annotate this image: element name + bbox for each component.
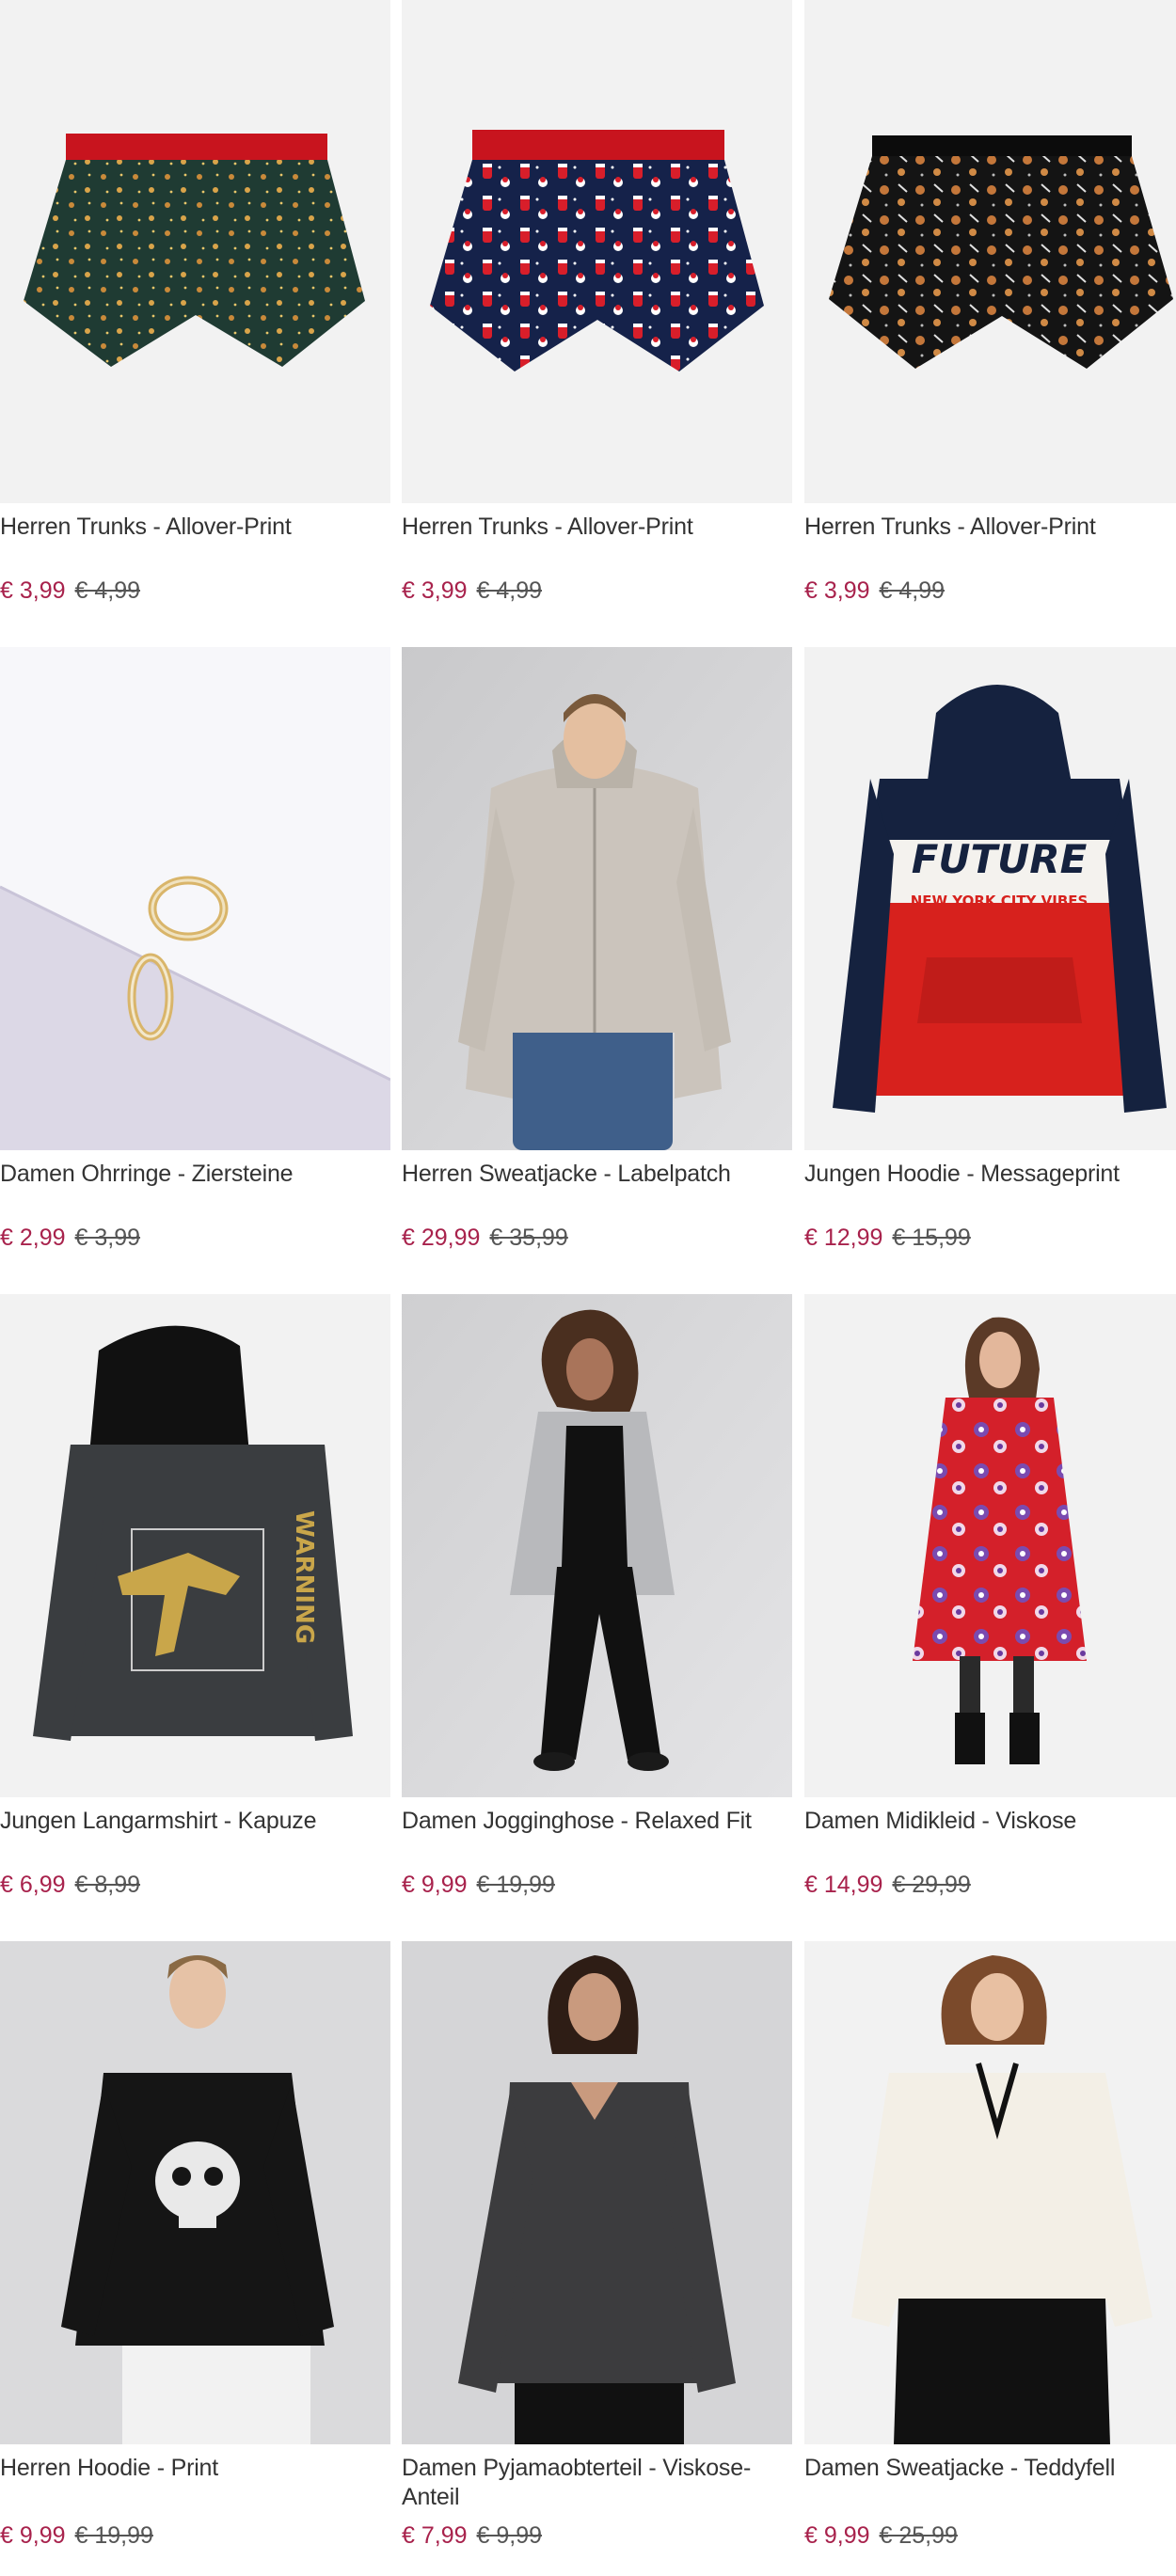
old-price: € 4,99	[476, 577, 543, 604]
price: € 14,99 € 29,99	[804, 1870, 971, 1900]
product-image-navy-trunks[interactable]	[402, 0, 792, 503]
product-image-dino-shirt[interactable]: WARNING	[0, 1294, 390, 1797]
current-price: € 3,99	[804, 577, 870, 604]
product-image-black-trunks[interactable]	[804, 0, 1176, 503]
old-price: € 4,99	[879, 577, 946, 604]
price: € 9,99 € 25,99	[804, 2521, 958, 2551]
current-price: € 3,99	[0, 577, 66, 604]
current-price: € 12,99	[804, 1225, 883, 1251]
product-image-earrings[interactable]	[0, 647, 390, 1150]
price: € 2,99 € 3,99	[0, 1223, 140, 1253]
product-image-future-hoodie[interactable]: FUTURE NEW YORK CITY VIBES	[804, 647, 1176, 1150]
old-price: € 29,99	[892, 1872, 971, 1898]
old-price: € 8,99	[74, 1872, 141, 1898]
print-text: FUTURE	[912, 836, 1088, 882]
price: € 29,99 € 35,99	[402, 1223, 568, 1253]
product-image-teddy-jacket-woman[interactable]	[804, 1941, 1176, 2444]
current-price: € 29,99	[402, 1225, 481, 1251]
price: € 3,99 € 4,99	[402, 576, 542, 606]
product-title[interactable]: Damen Pyjamaobterteil - Viskose-Anteil	[402, 2454, 792, 2512]
old-price: € 35,99	[489, 1225, 568, 1251]
product-title[interactable]: Herren Trunks - Allover-Print	[804, 513, 1176, 542]
current-price: € 6,99	[0, 1872, 66, 1898]
price: € 12,99 € 15,99	[804, 1223, 971, 1253]
product-title[interactable]: Damen Ohrringe - Ziersteine	[0, 1160, 390, 1189]
product-title[interactable]: Herren Trunks - Allover-Print	[402, 513, 792, 542]
price: € 9,99 € 19,99	[402, 1870, 555, 1900]
old-price: € 4,99	[74, 577, 141, 604]
current-price: € 2,99	[0, 1225, 66, 1251]
product-title[interactable]: Herren Hoodie - Print	[0, 2454, 390, 2483]
print-subtext: NEW YORK CITY VIBES	[911, 893, 1089, 909]
price: € 3,99 € 4,99	[804, 576, 945, 606]
product-grid: Herren Trunks - Allover-Print € 3,99 € 4,…	[0, 0, 1176, 2576]
old-price: € 19,99	[74, 2522, 153, 2549]
product-image-pyjama-top-woman[interactable]	[402, 1941, 792, 2444]
old-price: € 3,99	[74, 1225, 141, 1251]
product-title[interactable]: Damen Jogginghose - Relaxed Fit	[402, 1807, 792, 1836]
current-price: € 3,99	[402, 577, 468, 604]
current-price: € 9,99	[402, 1872, 468, 1898]
price: € 7,99 € 9,99	[402, 2521, 542, 2551]
print-text: WARNING	[290, 1510, 318, 1644]
old-price: € 19,99	[476, 1872, 555, 1898]
product-title[interactable]: Jungen Hoodie - Messageprint	[804, 1160, 1176, 1189]
old-price: € 9,99	[476, 2522, 543, 2549]
price: € 9,99 € 19,99	[0, 2521, 153, 2551]
current-price: € 14,99	[804, 1872, 883, 1898]
product-image-midikleid-woman[interactable]	[804, 1294, 1176, 1797]
product-title[interactable]: Herren Trunks - Allover-Print	[0, 513, 390, 542]
product-image-jogginghose-woman[interactable]	[402, 1294, 792, 1797]
current-price: € 9,99	[804, 2522, 870, 2549]
product-title[interactable]: Jungen Langarmshirt - Kapuze	[0, 1807, 390, 1836]
old-price: € 15,99	[892, 1225, 971, 1251]
product-title[interactable]: Damen Sweatjacke - Teddyfell	[804, 2454, 1176, 2483]
product-title[interactable]: Herren Sweatjacke - Labelpatch	[402, 1160, 792, 1189]
product-image-sweatjacket-man[interactable]	[402, 647, 792, 1150]
price: € 3,99 € 4,99	[0, 576, 140, 606]
current-price: € 9,99	[0, 2522, 66, 2549]
old-price: € 25,99	[879, 2522, 958, 2549]
price: € 6,99 € 8,99	[0, 1870, 140, 1900]
product-image-green-trunks[interactable]	[0, 0, 390, 503]
product-title[interactable]: Damen Midikleid - Viskose	[804, 1807, 1176, 1836]
product-image-skull-hoodie-man[interactable]	[0, 1941, 390, 2444]
current-price: € 7,99	[402, 2522, 468, 2549]
